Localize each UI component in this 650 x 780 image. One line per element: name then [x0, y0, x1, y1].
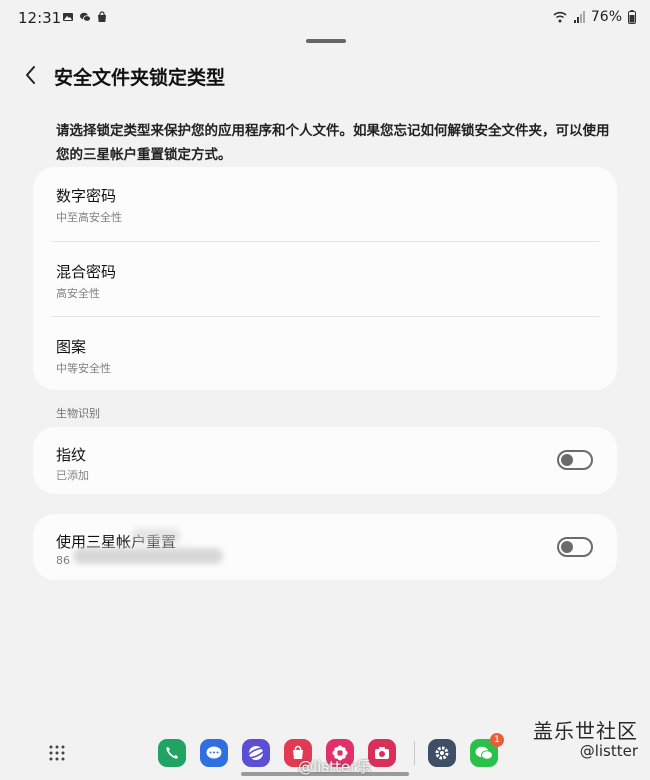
messages-icon[interactable] — [200, 739, 228, 767]
lock-type-card: 数字密码 中至高安全性 混合密码 高安全性 图案 中等安全性 — [33, 167, 617, 390]
camera-glyph-icon — [375, 747, 389, 759]
signal-icon — [573, 11, 585, 23]
shopping-bag-notification-icon — [98, 11, 106, 22]
lock-type-title: 图案 — [56, 338, 87, 356]
settings-icon[interactable] — [428, 739, 456, 767]
phone-icon[interactable] — [158, 739, 186, 767]
fingerprint-toggle[interactable] — [557, 450, 593, 470]
fingerprint-subtitle: 已添加 — [56, 469, 89, 482]
samsung-reset-account: 86 — [56, 554, 70, 567]
lock-type-title: 数字密码 — [56, 187, 117, 205]
description-text: 请选择锁定类型来保护您的应用程序和个人文件。如果您忘记如何解锁安全文件夹，可以使… — [56, 123, 610, 163]
section-label-biometrics: 生物识别 — [56, 407, 100, 420]
battery-icon — [628, 10, 636, 24]
watermark-brand: 盖乐世社区 — [533, 719, 638, 743]
wechat-notification-icon — [80, 12, 91, 22]
dock-separator — [414, 741, 415, 765]
toggle-knob — [561, 541, 573, 553]
wifi-icon — [553, 11, 567, 23]
status-time: 12:31 — [18, 9, 62, 27]
camera-icon[interactable] — [368, 739, 396, 767]
page-title: 安全文件夹锁定类型 — [54, 67, 226, 89]
lock-type-subtitle: 高安全性 — [56, 287, 100, 300]
samsung-account-reset-card[interactable]: 使用三星帐户重置 86 — [33, 514, 617, 580]
fingerprint-card[interactable]: 指纹 已添加 — [33, 427, 617, 494]
redacted-account-blur — [73, 548, 223, 564]
lock-type-password[interactable]: 混合密码 高安全性 — [33, 242, 617, 316]
internet-icon[interactable] — [242, 739, 270, 767]
lock-type-subtitle: 中等安全性 — [56, 362, 111, 375]
wechat-icon[interactable]: 1 — [470, 733, 504, 767]
lock-type-pattern[interactable]: 图案 中等安全性 — [33, 317, 617, 390]
watermark-center: @listter乐 — [298, 758, 372, 776]
notification-icons — [62, 11, 108, 23]
toggle-knob — [561, 454, 573, 466]
notification-badge: 1 — [490, 733, 504, 747]
internet-glyph-icon — [247, 746, 265, 760]
status-bar: 12:31 76% — [0, 0, 650, 36]
watermark-user: @listter — [579, 742, 638, 760]
samsung-reset-toggle[interactable] — [557, 537, 593, 557]
wechat-glyph-icon — [475, 746, 493, 760]
messages-glyph-icon — [206, 746, 222, 759]
gallery-notification-icon — [63, 13, 73, 21]
dock-recent-apps: 1 — [428, 733, 504, 767]
back-arrow-icon[interactable] — [20, 62, 44, 88]
phone-glyph-icon — [166, 747, 178, 759]
status-right: 76% — [553, 9, 636, 25]
drag-handle[interactable] — [306, 39, 346, 43]
lock-type-pin[interactable]: 数字密码 中至高安全性 — [33, 167, 617, 241]
battery-percent: 76% — [590, 9, 622, 25]
app-drawer-icon[interactable] — [48, 744, 66, 762]
fingerprint-title: 指纹 — [56, 446, 87, 464]
lock-type-subtitle: 中至高安全性 — [56, 211, 122, 224]
gear-icon — [435, 746, 449, 760]
redacted-title-blur — [131, 528, 181, 544]
lock-type-title: 混合密码 — [56, 263, 117, 281]
